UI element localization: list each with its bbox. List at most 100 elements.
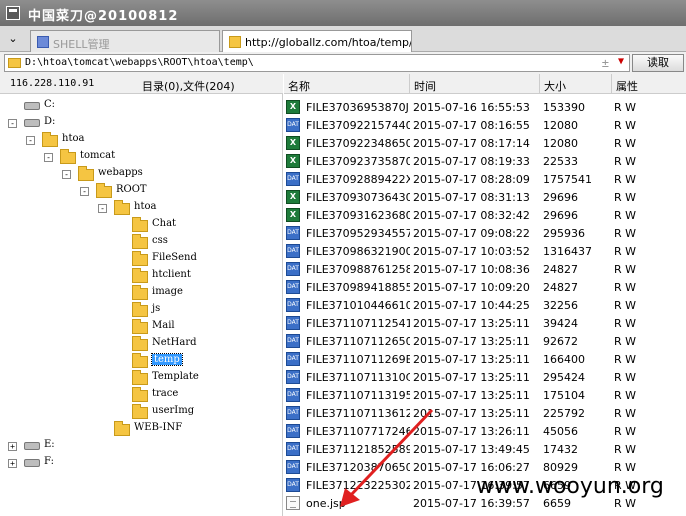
file-size: 45056	[543, 425, 578, 438]
collapse-icon[interactable]: -	[62, 170, 71, 179]
tree-item[interactable]: htclient	[0, 268, 283, 285]
file-name: FILE371203870650...	[306, 461, 410, 474]
tree-item[interactable]: css	[0, 234, 283, 251]
tree-item[interactable]: Template	[0, 370, 283, 387]
file-row[interactable]: DAT FILE371107112541...2015-07-17 13:25:1…	[284, 314, 686, 332]
tree-item[interactable]: - webapps	[0, 166, 283, 183]
tree-item[interactable]: Mail	[0, 319, 283, 336]
tab-shell-manager[interactable]: SHELL管理	[30, 30, 220, 52]
dat-file-icon: DAT	[286, 424, 300, 438]
read-button[interactable]: 读取	[632, 54, 684, 72]
tree-item[interactable]: - htoa	[0, 200, 283, 217]
item-count: 目录(0),文件(204)	[142, 80, 235, 93]
tree-item[interactable]: js	[0, 302, 283, 319]
file-name: FILE370986321900...	[306, 245, 410, 258]
file-row[interactable]: DAT FILE37092889422X...2015-07-17 08:28:0…	[284, 170, 686, 188]
tree-item[interactable]: trace	[0, 387, 283, 404]
path-input[interactable]: D:\htoa\tomcat\webapps\ROOT\htoa\temp\ ±…	[4, 54, 630, 72]
file-row[interactable]: X FILE370930736430...2015-07-17 08:31:13 2…	[284, 188, 686, 206]
tree-item[interactable]: - tomcat	[0, 149, 283, 166]
file-row[interactable]: DAT FILE370952934557...2015-07-17 09:08:2…	[284, 224, 686, 242]
tree-item-label: trace	[152, 388, 179, 399]
file-row[interactable]: DAT FILE371107112650...2015-07-17 13:25:1…	[284, 332, 686, 350]
file-row[interactable]: X FILE370922348650...2015-07-17 08:17:14 1…	[284, 134, 686, 152]
tree-item-label: F:	[44, 456, 54, 467]
file-row[interactable]: DAT FILE371107113612...2015-07-17 13:25:1…	[284, 404, 686, 422]
file-name: FILE37110711310C...	[306, 371, 410, 384]
file-size: 29696	[543, 191, 578, 204]
tree-item[interactable]: temp	[0, 353, 283, 370]
tree-item-label: Template	[152, 371, 199, 382]
expand-icon[interactable]: +	[8, 459, 17, 468]
tree-item[interactable]: + E:	[0, 438, 283, 455]
column-time[interactable]: 时间	[409, 74, 539, 94]
file-row[interactable]: DAT FILE37110711310C...2015-07-17 13:25:1…	[284, 368, 686, 386]
file-attributes: R W	[614, 281, 637, 294]
dat-file-icon: DAT	[286, 262, 300, 276]
folder-icon	[132, 336, 148, 351]
collapse-icon[interactable]: -	[8, 119, 17, 128]
file-row[interactable]: DAT FILE370989418855...2015-07-17 10:09:2…	[284, 278, 686, 296]
file-time: 2015-07-17 09:08:22	[413, 227, 530, 240]
tree-item-label: Mail	[152, 320, 175, 331]
file-row[interactable]: X FILE370923735870...2015-07-17 08:19:33 2…	[284, 152, 686, 170]
file-attributes: R W	[614, 101, 637, 114]
file-name: FILE371223225302...	[306, 479, 410, 492]
file-row[interactable]: DAT FILE371107717246...2015-07-17 13:26:1…	[284, 422, 686, 440]
collapse-icon[interactable]: -	[80, 187, 89, 196]
expand-icon[interactable]: +	[8, 442, 17, 451]
column-size[interactable]: 大小	[539, 74, 611, 94]
file-row[interactable]: DAT FILE370922157440...2015-07-17 08:16:5…	[284, 116, 686, 134]
chevron-down-icon[interactable]: ▼	[618, 56, 624, 67]
file-size: 39424	[543, 317, 578, 330]
file-row[interactable]: X FILE37036953870J... 2015-07-16 16:55:53 1…	[284, 98, 686, 116]
file-size: 153390	[543, 101, 585, 114]
tree-item[interactable]: C:	[0, 98, 283, 115]
collapse-icon[interactable]: -	[98, 204, 107, 213]
file-row[interactable]: X FILE370931623680...2015-07-17 08:32:42 2…	[284, 206, 686, 224]
collapse-icon[interactable]: -	[26, 136, 35, 145]
file-list-panel: 名称 时间 大小 属性 X FILE37036953870J... 2015-07-…	[284, 74, 686, 516]
file-row[interactable]: DAT FILE371107113195...2015-07-17 13:25:1…	[284, 386, 686, 404]
tree-item[interactable]: - htoa	[0, 132, 283, 149]
folder-icon	[132, 251, 148, 266]
file-attributes: R W	[614, 371, 637, 384]
dat-file-icon: DAT	[286, 388, 300, 402]
file-row[interactable]: DAT FILE37110711269E...2015-07-17 13:25:1…	[284, 350, 686, 368]
app-icon[interactable]	[6, 6, 20, 20]
file-attributes: R W	[614, 173, 637, 186]
tree-item-label: D:	[44, 116, 56, 127]
title-bar: 中国菜刀@20100812	[0, 0, 686, 26]
tree-item[interactable]: Chat	[0, 217, 283, 234]
tree-item[interactable]: image	[0, 285, 283, 302]
directory-tree-panel: 116.228.110.91 目录(0),文件(204) C: - D: - htoa -…	[0, 74, 283, 516]
tree-item[interactable]: NetHard	[0, 336, 283, 353]
plus-minus-icon[interactable]: ±	[602, 56, 609, 70]
tree-item[interactable]: userImg	[0, 404, 283, 421]
file-list-header: 名称 时间 大小 属性	[284, 74, 686, 94]
file-row[interactable]: DAT FILE370988761258...2015-07-17 10:08:3…	[284, 260, 686, 278]
file-row[interactable]: DAT FILE371010446610...2015-07-17 10:44:2…	[284, 296, 686, 314]
tree-item[interactable]: FileSend	[0, 251, 283, 268]
tree-item-label: E:	[44, 439, 55, 450]
tree-item[interactable]: - ROOT	[0, 183, 283, 200]
file-time: 2015-07-17 13:49:45	[413, 443, 530, 456]
file-row[interactable]: DAT FILE371121852589...2015-07-17 13:49:4…	[284, 440, 686, 458]
column-name[interactable]: 名称	[284, 74, 409, 94]
column-attributes[interactable]: 属性	[611, 74, 686, 94]
tree-item-label: NetHard	[152, 337, 197, 348]
chevron-down-icon[interactable]: ⌄	[6, 32, 20, 46]
file-row[interactable]: DAT FILE370986321900...2015-07-17 10:03:5…	[284, 242, 686, 260]
file-name: FILE370922157440...	[306, 119, 410, 132]
file-time: 2015-07-17 08:28:09	[413, 173, 530, 186]
folder-icon	[132, 302, 148, 317]
tree-item[interactable]: - D:	[0, 115, 283, 132]
file-attributes: R W	[614, 461, 637, 474]
tree-item[interactable]: + F:	[0, 455, 283, 472]
tab-file-manager[interactable]: http://globallz.com/htoa/temp/o...	[222, 30, 412, 52]
tree-item[interactable]: WEB-INF	[0, 421, 283, 438]
path-value: D:\htoa\tomcat\webapps\ROOT\htoa\temp\	[25, 57, 254, 68]
file-time: 2015-07-17 13:25:11	[413, 353, 530, 366]
file-name: FILE370952934557...	[306, 227, 410, 240]
collapse-icon[interactable]: -	[44, 153, 53, 162]
